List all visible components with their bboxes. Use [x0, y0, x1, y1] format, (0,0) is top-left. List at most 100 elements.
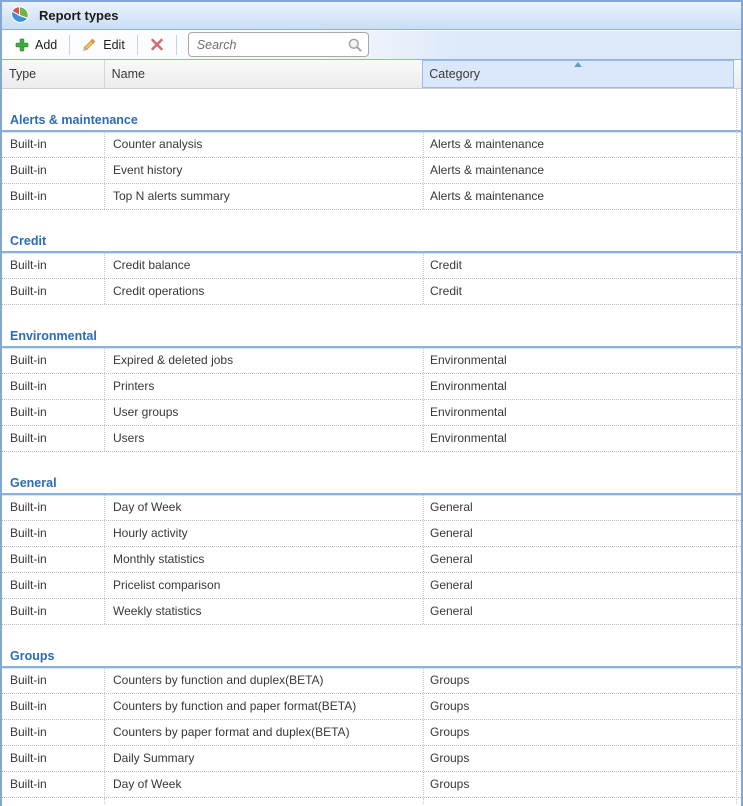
cell-type: Built-in [2, 746, 105, 771]
cell-name: Weekly statistics [105, 599, 424, 624]
column-header-type[interactable]: Type [2, 60, 105, 88]
cell-category: Groups [424, 772, 741, 797]
toolbar-separator [69, 35, 70, 55]
table-row[interactable]: Built-inWeekly statisticsGeneral [2, 599, 741, 625]
report-types-window: Report types Add Edit [0, 0, 743, 806]
table-body: Alerts & maintenanceBuilt-inCounter anal… [2, 89, 741, 804]
toolbar: Add Edit [2, 30, 741, 60]
add-button[interactable]: Add [7, 34, 65, 56]
search-box [188, 32, 369, 57]
column-header-category[interactable]: Category [422, 60, 734, 88]
cell-type: Built-in [2, 253, 105, 278]
cell-category: Credit [424, 279, 741, 304]
delete-button[interactable] [142, 34, 172, 55]
cell-type: Built-in [2, 184, 105, 209]
table-header: Type Name Category [2, 60, 741, 89]
cell-type: Built-in [2, 158, 105, 183]
table-row[interactable]: Built-inCounters by paper format and dup… [2, 720, 741, 746]
cell-name: Event history [105, 158, 424, 183]
cell-category: General [424, 521, 741, 546]
cell-category [424, 798, 741, 804]
table-row[interactable]: Built-inPrintersEnvironmental [2, 374, 741, 400]
cell-type: Built-in [2, 668, 105, 693]
table-row[interactable]: Built-inDay of WeekGeneral [2, 495, 741, 521]
table-row [2, 798, 741, 804]
cell-category: Alerts & maintenance [424, 184, 741, 209]
table-group: GeneralBuilt-inDay of WeekGeneralBuilt-i… [2, 452, 741, 625]
cell-category: Environmental [424, 348, 741, 373]
group-header: Groups [2, 625, 741, 668]
toolbar-separator [176, 35, 177, 55]
cell-type: Built-in [2, 720, 105, 745]
add-button-label: Add [35, 38, 57, 52]
cell-type: Built-in [2, 599, 105, 624]
cell-category: Groups [424, 668, 741, 693]
cell-name: Day of Week [105, 495, 424, 520]
column-header-name-label: Name [112, 67, 145, 81]
group-label: Credit [10, 234, 46, 248]
cell-name: Credit operations [105, 279, 424, 304]
column-header-filler [734, 60, 741, 88]
group-header: General [2, 452, 741, 495]
cell-name [105, 798, 424, 804]
plus-icon [15, 38, 29, 52]
column-header-category-label: Category [429, 67, 480, 81]
cell-name: Day of Week [105, 772, 424, 797]
table-row[interactable]: Built-inCounter analysisAlerts & mainten… [2, 132, 741, 158]
cell-type: Built-in [2, 132, 105, 157]
edit-button[interactable]: Edit [74, 33, 133, 56]
page-title: Report types [39, 8, 118, 23]
column-header-name[interactable]: Name [105, 60, 423, 88]
cell-type: Built-in [2, 573, 105, 598]
cell-name: Credit balance [105, 253, 424, 278]
table-group: CreditBuilt-inCredit balanceCreditBuilt-… [2, 210, 741, 305]
cell-name: Users [105, 426, 424, 451]
table-row[interactable]: Built-inDaily SummaryGroups [2, 746, 741, 772]
table-row[interactable]: Built-inCredit operationsCredit [2, 279, 741, 305]
cell-category: Environmental [424, 400, 741, 425]
group-header: Credit [2, 210, 741, 253]
table-row[interactable]: Built-inCounters by function and paper f… [2, 694, 741, 720]
cell-category: General [424, 599, 741, 624]
table-row[interactable]: Built-inExpired & deleted jobsEnvironmen… [2, 348, 741, 374]
cell-type: Built-in [2, 772, 105, 797]
cell-name: Top N alerts summary [105, 184, 424, 209]
table-row[interactable]: Built-inEvent historyAlerts & maintenanc… [2, 158, 741, 184]
cell-category: Environmental [424, 374, 741, 399]
table-row[interactable]: Built-inMonthly statisticsGeneral [2, 547, 741, 573]
table-row[interactable]: Built-inDay of WeekGroups [2, 772, 741, 798]
toolbar-separator [137, 35, 138, 55]
cell-category: General [424, 573, 741, 598]
cell-type: Built-in [2, 400, 105, 425]
table-row[interactable]: Built-inCredit balanceCredit [2, 253, 741, 279]
x-icon [150, 38, 164, 51]
cell-category: General [424, 547, 741, 572]
group-label: General [10, 476, 57, 490]
cell-name: Counter analysis [105, 132, 424, 157]
cell-name: Pricelist comparison [105, 573, 424, 598]
pencil-icon [82, 37, 97, 52]
table-row[interactable]: Built-inPricelist comparisonGeneral [2, 573, 741, 599]
search-input[interactable] [189, 38, 347, 52]
cell-category: Alerts & maintenance [424, 158, 741, 183]
pie-chart-icon [9, 5, 30, 26]
table-row[interactable]: Built-inHourly activityGeneral [2, 521, 741, 547]
table-group: EnvironmentalBuilt-inExpired & deleted j… [2, 305, 741, 452]
cell-category: Groups [424, 694, 741, 719]
cell-name: Monthly statistics [105, 547, 424, 572]
cell-type: Built-in [2, 694, 105, 719]
table-row[interactable]: Built-inCounters by function and duplex(… [2, 668, 741, 694]
column-header-type-label: Type [9, 67, 36, 81]
cell-name: User groups [105, 400, 424, 425]
magnifier-icon [347, 37, 363, 53]
table-row[interactable]: Built-inUsersEnvironmental [2, 426, 741, 452]
table-row[interactable]: Built-inUser groupsEnvironmental [2, 400, 741, 426]
cell-type: Built-in [2, 279, 105, 304]
table-row[interactable]: Built-inTop N alerts summaryAlerts & mai… [2, 184, 741, 210]
cell-type: Built-in [2, 521, 105, 546]
cell-type [2, 798, 105, 804]
cell-name: Counters by function and paper format(BE… [105, 694, 424, 719]
cell-type: Built-in [2, 374, 105, 399]
cell-category: Environmental [424, 426, 741, 451]
cell-name: Counters by function and duplex(BETA) [105, 668, 424, 693]
